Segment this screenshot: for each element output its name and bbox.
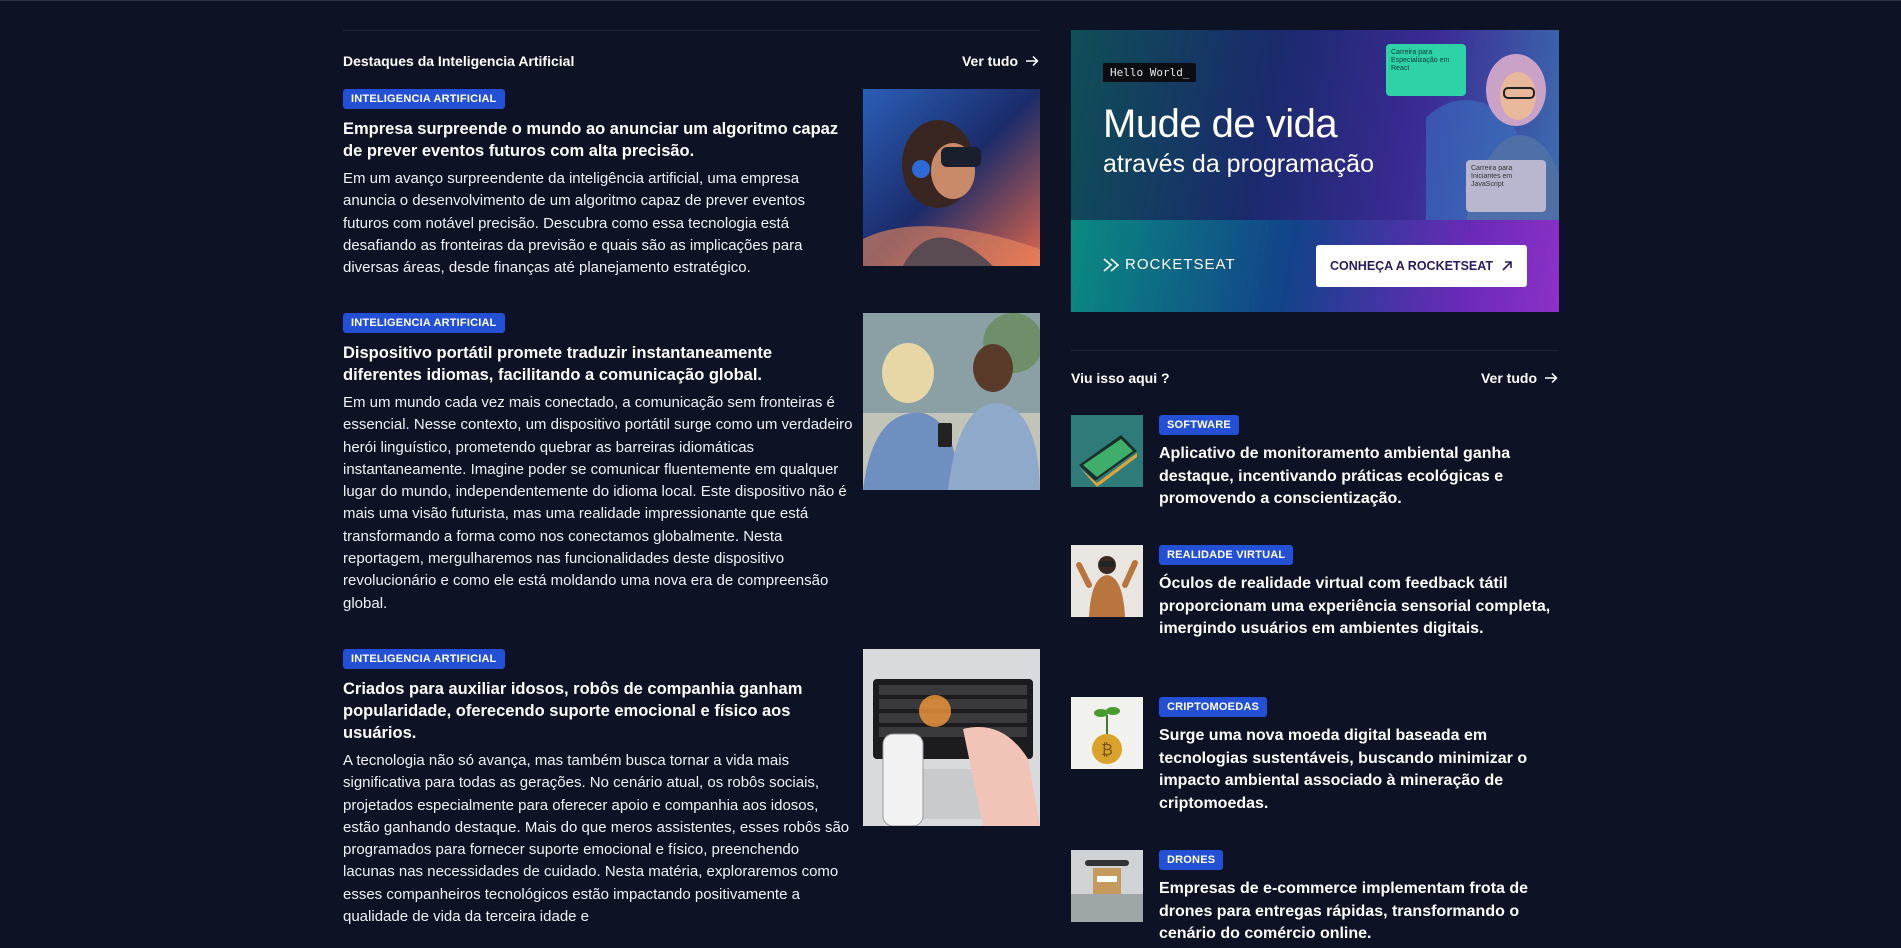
side-image-delivery-drone[interactable]	[1071, 850, 1143, 922]
svg-text:₿: ₿	[1101, 740, 1113, 759]
side-list-item[interactable]: DRONES Empresas de e-commerce implementa…	[1071, 850, 1559, 948]
side-list-item[interactable]: ₿ CRIPTOMOEDAS Surge uma nova moeda digi…	[1071, 697, 1559, 850]
side-list-item[interactable]: SOFTWARE Aplicativo de monitoramento amb…	[1071, 415, 1559, 545]
ad-career-card-react: Carreira para Especialização em React	[1386, 44, 1466, 96]
side-section-header: Viu isso aqui ? Ver tudo	[1071, 351, 1559, 403]
rocketseat-ad-banner[interactable]: Hello World_ Mude de vida através da pro…	[1071, 30, 1559, 312]
category-badge[interactable]: INTELIGENCIA ARTIFICIAL	[343, 649, 505, 669]
article-excerpt: A tecnologia não só avança, mas também b…	[343, 752, 850, 926]
arrow-right-icon	[1026, 55, 1039, 67]
article-card[interactable]: INTELIGENCIA ARTIFICIAL Dispositivo port…	[343, 313, 1040, 649]
sidebar: Hello World_ Mude de vida através da pro…	[1071, 30, 1559, 948]
side-item-title[interactable]: Aplicativo de monitoramento ambiental ga…	[1159, 443, 1559, 511]
see-all-label: Ver tudo	[961, 53, 1018, 69]
side-item-title[interactable]: Empresas de e-commerce implementam frota…	[1159, 878, 1559, 946]
category-badge[interactable]: SOFTWARE	[1159, 415, 1239, 435]
article-image-robot-laptop[interactable]	[863, 649, 1040, 826]
ai-highlights-section: Destaques da Inteligencia Artificial Ver…	[343, 30, 1040, 948]
article-image-vr-woman[interactable]	[863, 89, 1040, 266]
side-item-title[interactable]: Surge uma nova moeda digital baseada em …	[1159, 725, 1559, 815]
side-section-title: Viu isso aqui ?	[1071, 370, 1170, 386]
article-title[interactable]: Empresa surpreende o mundo ao anunciar u…	[343, 118, 853, 162]
article-excerpt: Em um avanço surpreendente da inteligênc…	[343, 170, 805, 277]
top-border	[0, 0, 1901, 1]
article-card[interactable]: INTELIGENCIA ARTIFICIAL Criados para aux…	[343, 649, 1040, 948]
hello-world-tag: Hello World_	[1103, 63, 1197, 82]
see-all-link[interactable]: Ver tudo	[1481, 370, 1559, 386]
ad-headline: Mude de vida	[1103, 102, 1338, 146]
external-arrow-icon	[1502, 261, 1512, 271]
ad-cta-button[interactable]: CONHEÇA A ROCKETSEAT	[1316, 245, 1527, 287]
side-list-item[interactable]: REALIDADE VIRTUAL Óculos de realidade vi…	[1071, 545, 1559, 697]
article-image-people-phones[interactable]	[863, 313, 1040, 490]
ad-subheadline: através da programação	[1103, 150, 1374, 178]
category-badge[interactable]: INTELIGENCIA ARTIFICIAL	[343, 313, 505, 333]
article-card[interactable]: INTELIGENCIA ARTIFICIAL Empresa surpreen…	[343, 89, 1040, 313]
side-image-bitcoin-plant[interactable]: ₿	[1071, 697, 1143, 769]
section-title: Destaques da Inteligencia Artificial	[343, 53, 575, 69]
rocketseat-logo-icon	[1103, 257, 1119, 272]
category-badge[interactable]: DRONES	[1159, 850, 1224, 870]
see-all-link[interactable]: Ver tudo	[962, 53, 1040, 69]
article-excerpt: Em um mundo cada vez mais conectado, a c…	[343, 394, 853, 612]
category-badge[interactable]: INTELIGENCIA ARTIFICIAL	[343, 89, 505, 109]
see-all-label: Ver tudo	[1480, 370, 1537, 386]
brand-name: ROCKETSEAT	[1125, 256, 1236, 273]
article-title[interactable]: Dispositivo portátil promete traduzir in…	[343, 342, 853, 386]
rocketseat-logo: ROCKETSEAT	[1103, 256, 1236, 273]
article-title[interactable]: Criados para auxiliar idosos, robôs de c…	[343, 678, 853, 744]
category-badge[interactable]: REALIDADE VIRTUAL	[1159, 545, 1294, 565]
side-image-vr-user[interactable]	[1071, 545, 1143, 617]
ad-cta-label: CONHEÇA A ROCKETSEAT	[1330, 259, 1493, 273]
arrow-right-icon	[1545, 372, 1558, 384]
category-badge[interactable]: CRIPTOMOEDAS	[1159, 697, 1268, 717]
side-image-eco-app[interactable]	[1071, 415, 1143, 487]
ad-career-card-javascript: Carreira para Iniciantes em JavaScript	[1466, 160, 1546, 212]
section-header: Destaques da Inteligencia Artificial Ver…	[343, 31, 1040, 89]
side-item-title[interactable]: Óculos de realidade virtual com feedback…	[1159, 573, 1559, 641]
